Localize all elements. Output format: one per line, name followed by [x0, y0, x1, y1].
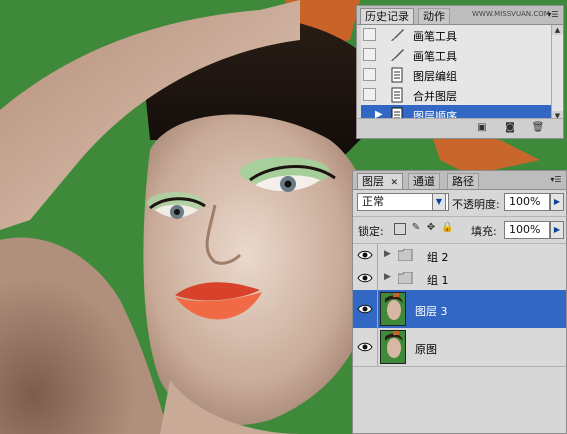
trash-icon[interactable]: 🗑: [531, 122, 545, 134]
lock-all-icon[interactable]: 🔒: [441, 222, 453, 234]
tab-paths-label: 路径: [452, 175, 474, 188]
tab-layers[interactable]: 图层 ✕: [357, 173, 404, 189]
layer-name: 组 2: [427, 251, 449, 264]
layers-panel: 图层 ✕ 通道 路径 ▾☰ 正常 ▼ 不透明度: 100% ▶ 锁定: ✎ ✥ …: [352, 170, 567, 434]
history-panel-footer: ▣ ◙ 🗑: [357, 118, 563, 138]
snapshot-source-checkbox[interactable]: [363, 28, 376, 41]
history-item-label: 画笔工具: [413, 30, 457, 43]
layer-row-original[interactable]: 原图: [353, 328, 566, 367]
lock-transparency-icon[interactable]: [394, 223, 406, 235]
snapshot-source-checkbox[interactable]: [363, 88, 376, 101]
fill-value: 100%: [509, 223, 541, 236]
tab-actions-label: 动作: [423, 10, 445, 23]
brush-icon: [391, 29, 404, 41]
group-expand-icon[interactable]: ▶: [384, 272, 391, 282]
fill-slider-arrow-icon[interactable]: ▶: [550, 221, 564, 239]
history-item-label: 画笔工具: [413, 50, 457, 63]
folder-icon: [398, 249, 413, 261]
history-document-icon: [391, 87, 403, 103]
layers-panel-tabbar: 图层 ✕ 通道 路径 ▾☰: [353, 171, 566, 190]
chevron-down-icon[interactable]: ▼: [432, 193, 446, 211]
opacity-label: 不透明度:: [452, 198, 500, 211]
history-item[interactable]: 画笔工具: [361, 25, 551, 46]
watermark-text: WWW.MISSVUAN.COM: [472, 10, 550, 18]
tab-channels-label: 通道: [413, 175, 435, 188]
tab-layers-label: 图层: [362, 175, 384, 188]
group-expand-icon[interactable]: ▶: [384, 249, 391, 259]
history-item[interactable]: 画笔工具: [361, 45, 551, 66]
layers-empty-area[interactable]: [353, 367, 566, 433]
eye-icon[interactable]: [357, 340, 373, 354]
tab-channels[interactable]: 通道: [408, 173, 440, 189]
layer-name: 组 1: [427, 274, 449, 287]
tab-paths[interactable]: 路径: [447, 173, 479, 189]
tab-history-label: 历史记录: [365, 10, 409, 23]
lock-pixels-icon[interactable]: ✎: [410, 222, 422, 234]
history-panel: 历史记录 动作 WWW.MISSVUAN.COM ▾☰ 画笔工具 画笔工具 图层…: [356, 5, 564, 139]
eye-icon[interactable]: [357, 248, 373, 262]
folder-icon: [398, 272, 413, 284]
history-item-label: 合并图层: [413, 90, 457, 103]
layer-row-group2[interactable]: ▶ 组 2: [353, 244, 566, 268]
layer-row-layer3[interactable]: 图层 3: [353, 290, 566, 329]
close-icon[interactable]: ✕: [391, 178, 399, 188]
fill-label: 填充:: [471, 225, 497, 238]
layer-thumbnail: [380, 292, 406, 326]
history-panel-tabbar: 历史记录 动作 WWW.MISSVUAN.COM ▾☰: [357, 6, 563, 25]
layer-row-group1[interactable]: ▶ 组 1: [353, 267, 566, 291]
layer-name: 图层 3: [415, 305, 448, 318]
tab-history[interactable]: 历史记录: [360, 8, 414, 24]
history-item[interactable]: 图层编组: [361, 65, 551, 86]
lock-position-icon[interactable]: ✥: [425, 222, 437, 234]
lock-fill-row: 锁定: ✎ ✥ 🔒 填充: 100% ▶: [353, 217, 566, 244]
blend-opacity-row: 正常 ▼ 不透明度: 100% ▶: [353, 190, 566, 217]
panel-menu-icon[interactable]: ▾☰: [546, 10, 560, 20]
layer-thumbnail: [380, 330, 406, 364]
fill-input[interactable]: 100%: [504, 221, 550, 239]
brush-icon: [391, 49, 404, 61]
opacity-value: 100%: [509, 195, 541, 208]
scroll-up-arrow[interactable]: ▲: [552, 25, 563, 35]
opacity-slider-arrow-icon[interactable]: ▶: [550, 193, 564, 211]
opacity-input[interactable]: 100%: [504, 193, 550, 211]
panel-menu-icon[interactable]: ▾☰: [549, 175, 563, 185]
eye-icon[interactable]: [357, 302, 373, 316]
new-document-from-state-icon[interactable]: ▣: [475, 122, 489, 134]
new-snapshot-icon[interactable]: ◙: [503, 122, 517, 134]
tab-actions[interactable]: 动作: [418, 8, 450, 24]
lock-label: 锁定:: [358, 225, 384, 238]
history-document-icon: [391, 67, 403, 83]
blend-mode-value: 正常: [362, 195, 384, 208]
history-scrollbar[interactable]: ▲ ▼: [551, 25, 563, 121]
snapshot-source-checkbox[interactable]: [363, 68, 376, 81]
snapshot-source-checkbox[interactable]: [363, 48, 376, 61]
history-item[interactable]: 合并图层: [361, 85, 551, 106]
history-item-label: 图层编组: [413, 70, 457, 83]
eye-icon[interactable]: [357, 271, 373, 285]
layer-name: 原图: [415, 343, 437, 356]
